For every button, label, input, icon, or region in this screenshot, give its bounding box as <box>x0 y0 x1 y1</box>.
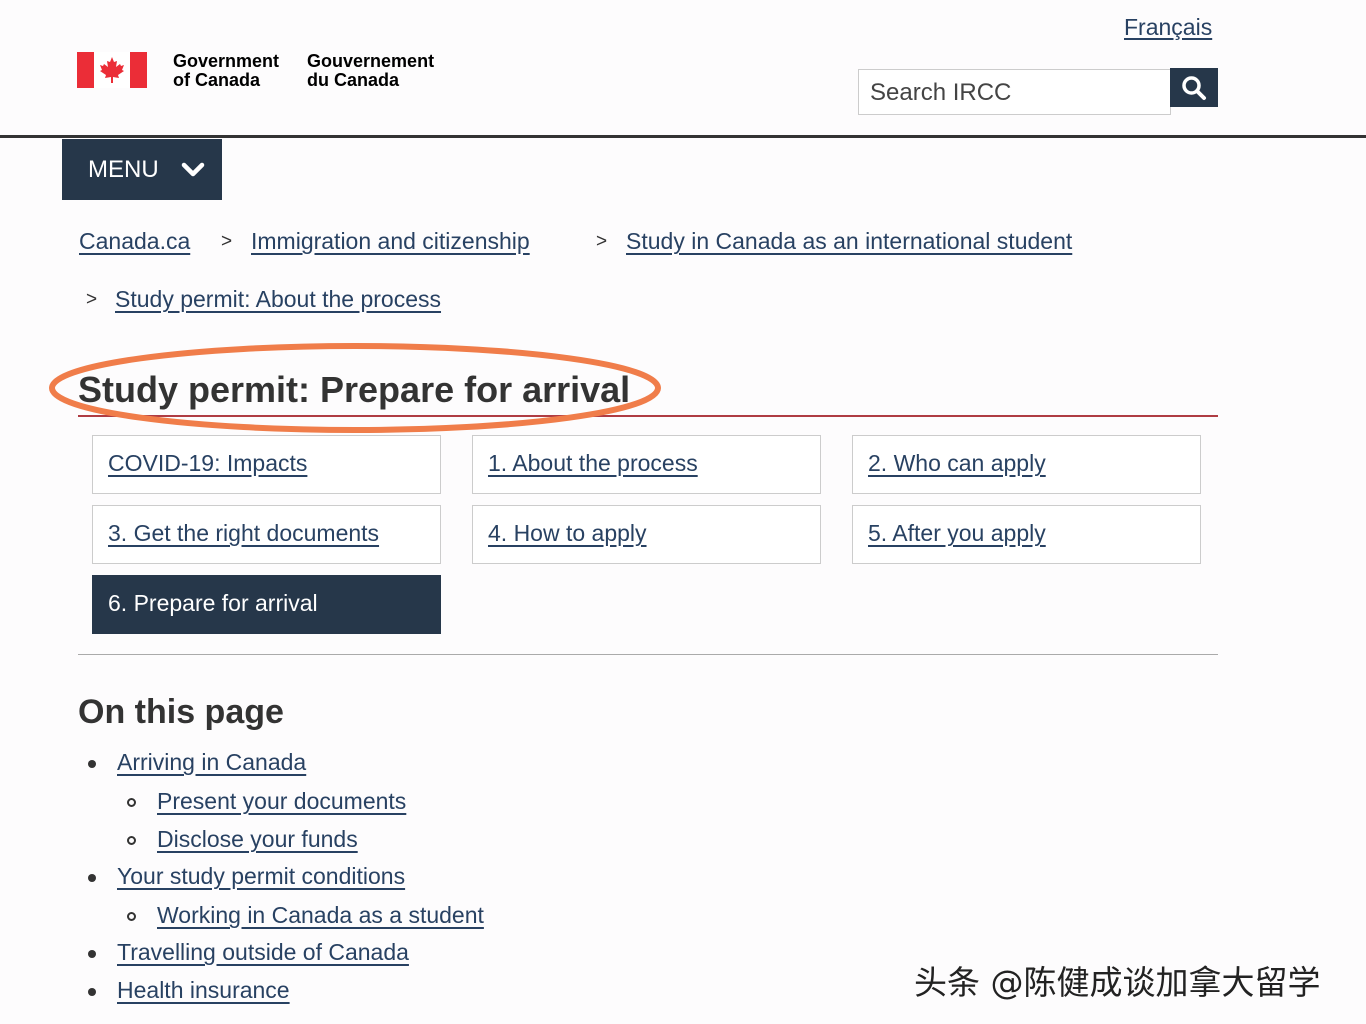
search-input[interactable]: Search IRCC <box>858 69 1171 115</box>
step-right-documents[interactable]: 3. Get the right documents <box>92 505 441 564</box>
annotation-ellipse <box>49 343 661 433</box>
on-this-page-heading: On this page <box>78 693 284 731</box>
header-divider <box>0 135 1366 138</box>
step-prepare-arrival[interactable]: 6. Prepare for arrival <box>92 575 441 634</box>
watermark-text: 头条 @陈健成谈加拿大留学 <box>914 963 1321 1002</box>
magnifier-icon <box>1182 75 1206 100</box>
breadcrumb-study-permit[interactable]: Study permit: About the process <box>115 286 441 313</box>
section-divider <box>78 654 1218 655</box>
breadcrumb-separator: > <box>221 231 233 252</box>
toc-item[interactable]: Travelling outside of Canada <box>117 939 409 966</box>
breadcrumb-separator: > <box>596 231 608 252</box>
step-label: 1. About the process <box>488 450 698 476</box>
bullet-icon <box>88 874 96 882</box>
toc-item[interactable]: Working in Canada as a student <box>157 902 484 929</box>
breadcrumb-canada-ca[interactable]: Canada.ca <box>79 228 190 255</box>
toc-link-working-student[interactable]: Working in Canada as a student <box>157 902 484 928</box>
step-label: 2. Who can apply <box>868 450 1046 476</box>
canada-flag-icon <box>77 52 147 88</box>
step-covid-impacts[interactable]: COVID-19: Impacts <box>92 435 441 494</box>
circle-bullet-icon <box>127 836 136 845</box>
toc-link-present-documents[interactable]: Present your documents <box>157 788 406 814</box>
toc-item[interactable]: Your study permit conditions <box>117 863 405 890</box>
step-after-you-apply[interactable]: 5. After you apply <box>852 505 1201 564</box>
toc-link-disclose-funds[interactable]: Disclose your funds <box>157 826 358 852</box>
toc-item[interactable]: Disclose your funds <box>157 826 358 853</box>
step-label: 4. How to apply <box>488 520 647 546</box>
circle-bullet-icon <box>127 912 136 921</box>
menu-button[interactable]: MENU <box>62 139 222 200</box>
search-button[interactable] <box>1170 68 1218 107</box>
language-toggle-link[interactable]: Français <box>1124 14 1212 41</box>
step-who-can-apply[interactable]: 2. Who can apply <box>852 435 1201 494</box>
government-brand[interactable]: Government of Canada Gouvernement du Can… <box>77 52 434 90</box>
breadcrumb-immigration[interactable]: Immigration and citizenship <box>251 228 530 255</box>
toc-item[interactable]: Arriving in Canada <box>117 749 306 776</box>
breadcrumb-study-in-canada[interactable]: Study in Canada as an international stud… <box>626 228 1072 255</box>
wordmark-english: Government of Canada <box>173 51 280 90</box>
step-label: 6. Prepare for arrival <box>108 590 318 616</box>
step-how-to-apply[interactable]: 4. How to apply <box>472 505 821 564</box>
step-label: 3. Get the right documents <box>108 520 380 546</box>
step-about-process[interactable]: 1. About the process <box>472 435 821 494</box>
step-label: 5. After you apply <box>868 520 1046 546</box>
step-label: COVID-19: Impacts <box>108 450 308 476</box>
menu-label: MENU <box>88 155 159 183</box>
bullet-icon <box>88 760 96 768</box>
toc-item[interactable]: Present your documents <box>157 788 406 815</box>
breadcrumb-separator: > <box>86 289 98 310</box>
toc-link-permit-conditions[interactable]: Your study permit conditions <box>117 863 405 889</box>
toc-link-health-insurance[interactable]: Health insurance <box>117 977 290 1003</box>
bullet-icon <box>88 950 96 958</box>
search-placeholder: Search IRCC <box>870 79 1012 106</box>
wordmark-french: Gouvernement du Canada <box>307 51 435 90</box>
bullet-icon <box>88 988 96 996</box>
circle-bullet-icon <box>127 798 136 807</box>
toc-item[interactable]: Health insurance <box>117 977 290 1004</box>
chevron-down-icon <box>181 162 205 178</box>
toc-link-arriving[interactable]: Arriving in Canada <box>117 749 306 775</box>
toc-link-travelling[interactable]: Travelling outside of Canada <box>117 939 409 965</box>
